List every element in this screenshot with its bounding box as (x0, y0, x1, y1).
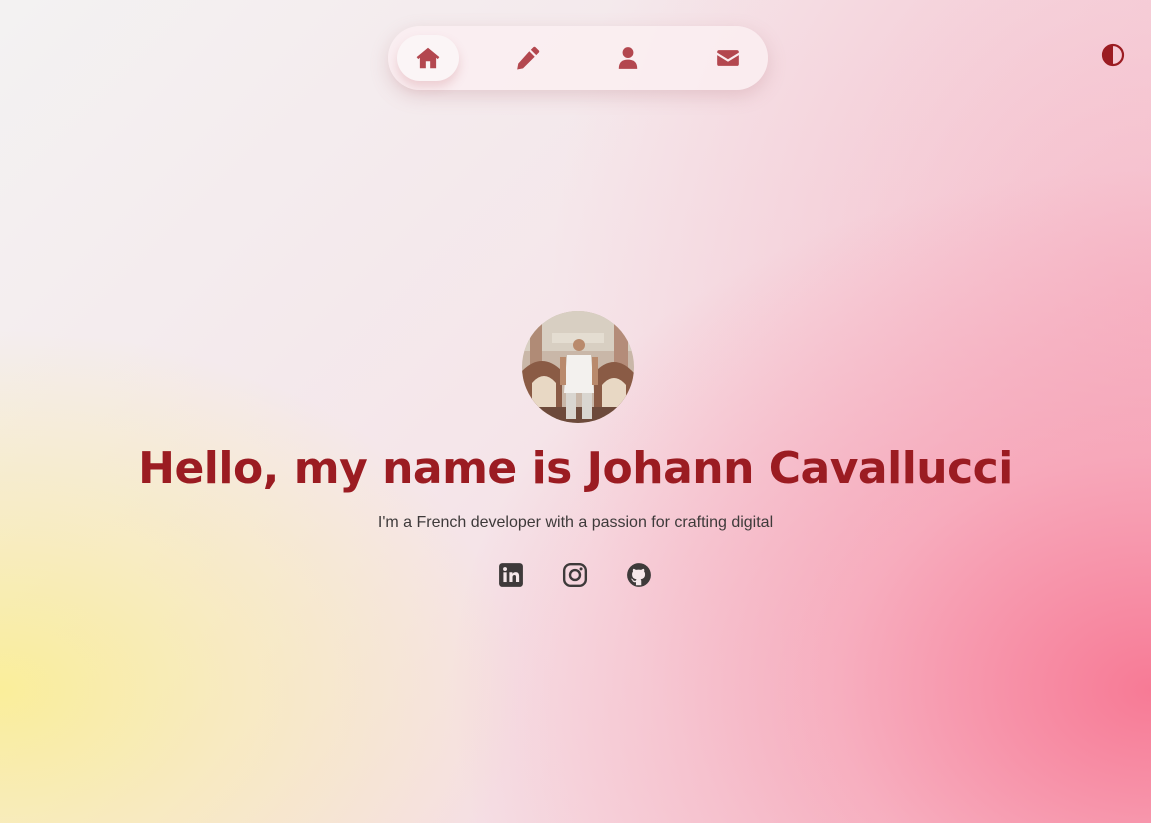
avatar (522, 311, 634, 423)
nav-home-button[interactable] (397, 35, 459, 81)
linkedin-icon (499, 563, 523, 587)
contrast-icon (1101, 43, 1125, 67)
main-nav (388, 26, 768, 90)
social-links (498, 560, 658, 590)
github-icon (627, 563, 651, 587)
envelope-icon (717, 50, 739, 66)
instagram-icon (562, 562, 588, 588)
theme-toggle-button[interactable] (1101, 43, 1125, 67)
linkedin-link[interactable] (498, 562, 524, 588)
instagram-link[interactable] (562, 562, 588, 588)
nav-contact-button[interactable] (697, 35, 759, 81)
github-link[interactable] (626, 562, 652, 588)
hero-headline: Hello, my name is Johann Cavallucci (138, 443, 1013, 494)
nav-about-button[interactable] (597, 35, 659, 81)
hero-tagline: I'm a French developer with a passion fo… (377, 514, 774, 531)
nav-blog-button[interactable] (497, 35, 559, 81)
profile-photo (522, 311, 634, 423)
user-icon (618, 47, 638, 69)
home-icon (416, 47, 440, 69)
pencil-icon (517, 46, 540, 70)
